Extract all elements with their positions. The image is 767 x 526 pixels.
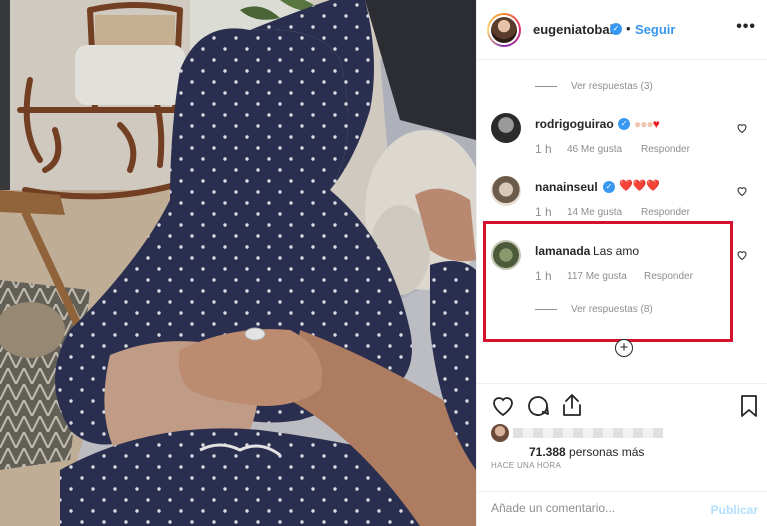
likes-count[interactable]: 71.388 personas más bbox=[529, 445, 644, 459]
share-icon[interactable] bbox=[561, 393, 583, 417]
follow-button[interactable]: Seguir bbox=[635, 22, 675, 37]
owner-username[interactable]: eugeniatobal bbox=[533, 22, 613, 37]
reply-button[interactable]: Responder bbox=[641, 207, 690, 218]
verified-badge-icon: ✓ bbox=[603, 181, 615, 193]
more-options-icon[interactable]: ••• bbox=[736, 18, 756, 36]
comment-time[interactable]: 1 h bbox=[535, 269, 552, 283]
view-replies-label: Ver respuestas (3) bbox=[571, 81, 653, 92]
post-sidebar: eugeniatobal ✓ • Seguir ••• Ver respuest… bbox=[476, 0, 767, 526]
verified-badge-icon: ✓ bbox=[618, 118, 630, 130]
comment-likes[interactable]: 117 Me gusta bbox=[567, 271, 627, 282]
view-replies-button[interactable]: Ver respuestas (8) bbox=[535, 304, 653, 315]
comment-time[interactable]: 1 h bbox=[535, 205, 552, 219]
comment-bubble-icon[interactable] bbox=[526, 394, 550, 418]
owner-avatar[interactable] bbox=[487, 13, 521, 47]
verified-badge-icon: ✓ bbox=[610, 23, 622, 35]
reply-button[interactable]: Responder bbox=[644, 271, 693, 282]
like-comment-heart-icon[interactable] bbox=[736, 249, 748, 261]
header-separator: • bbox=[626, 21, 631, 36]
reply-button[interactable]: Responder bbox=[641, 144, 690, 155]
liker-avatar bbox=[491, 424, 509, 442]
commenter-avatar[interactable] bbox=[491, 176, 521, 206]
commenter-avatar[interactable] bbox=[491, 240, 521, 270]
comment-likes[interactable]: 46 Me gusta bbox=[567, 144, 622, 155]
comments-list: Ver respuestas (3) rodrigoguirao ✓ ●●●♥ … bbox=[477, 61, 767, 383]
comment-likes[interactable]: 14 Me gusta bbox=[567, 207, 622, 218]
comment-username[interactable]: rodrigoguirao bbox=[535, 117, 614, 131]
comment-input[interactable] bbox=[491, 501, 691, 515]
comment-time[interactable]: 1 h bbox=[535, 142, 552, 156]
add-comment-bar: Publicar bbox=[477, 491, 767, 526]
comment-username[interactable]: nanainseul bbox=[535, 180, 598, 194]
comment-text: Las amo bbox=[593, 244, 640, 258]
load-more-comments-icon[interactable]: + bbox=[615, 339, 633, 357]
like-comment-heart-icon[interactable] bbox=[736, 185, 748, 197]
post-header: eugeniatobal ✓ • Seguir ••• bbox=[477, 0, 767, 60]
blurred-names bbox=[513, 428, 663, 438]
like-heart-icon[interactable] bbox=[491, 395, 515, 417]
bookmark-icon[interactable] bbox=[740, 394, 758, 418]
post-time[interactable]: HACE UNA HORA bbox=[491, 461, 561, 470]
comment-username[interactable]: lamanada bbox=[535, 244, 590, 258]
post-actions: 71.388 personas más HACE UNA HORA Public… bbox=[477, 383, 767, 526]
publish-button[interactable]: Publicar bbox=[711, 503, 758, 517]
post-photo[interactable] bbox=[0, 0, 476, 526]
like-comment-heart-icon[interactable] bbox=[736, 122, 748, 134]
comment-emoji: ●●●♥ bbox=[634, 117, 660, 131]
commenter-avatar[interactable] bbox=[491, 113, 521, 143]
view-replies-button[interactable]: Ver respuestas (3) bbox=[535, 81, 653, 92]
comment-emoji: ❤️❤️❤️ bbox=[619, 180, 661, 192]
view-replies-label: Ver respuestas (8) bbox=[571, 304, 653, 315]
